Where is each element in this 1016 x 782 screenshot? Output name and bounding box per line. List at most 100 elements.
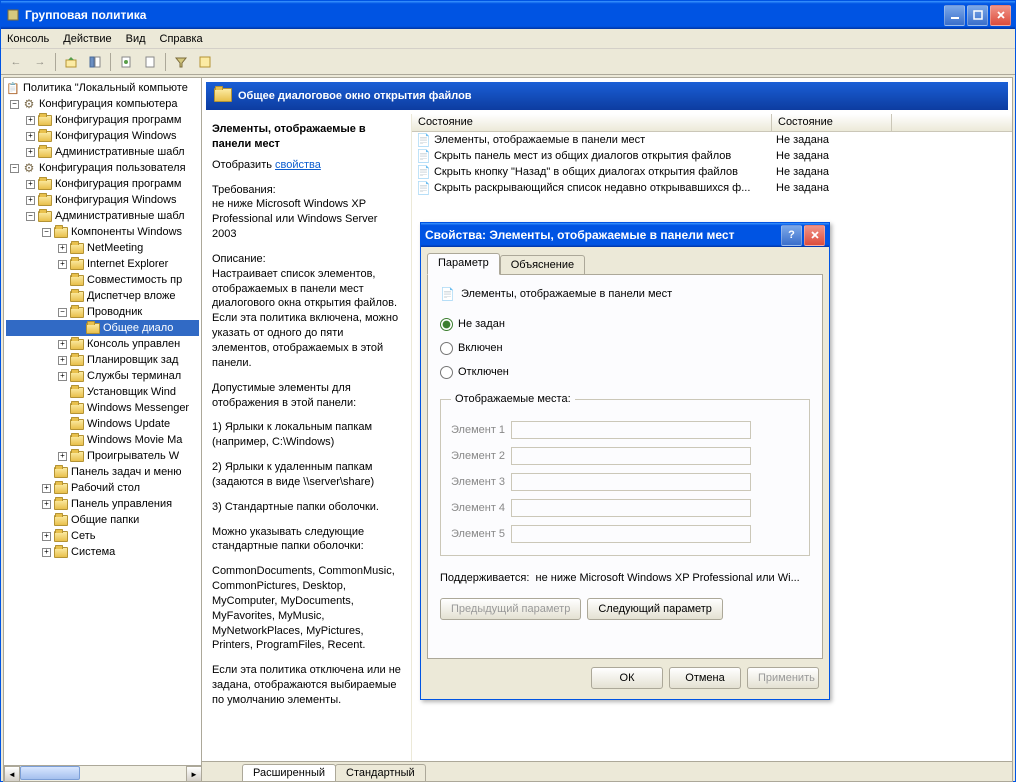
expand-icon[interactable]: + [26, 148, 35, 157]
element-5-input[interactable] [511, 525, 751, 543]
expand-icon[interactable]: + [58, 244, 67, 253]
tree-netmeeting[interactable]: +NetMeeting [6, 240, 199, 256]
expand-icon[interactable]: + [58, 372, 67, 381]
radio-input[interactable] [440, 318, 453, 331]
col-state[interactable]: Состояние [772, 114, 892, 131]
tree-scrollbar[interactable]: ◄ ► [4, 765, 202, 781]
properties-button[interactable] [115, 51, 137, 73]
dialog-titlebar[interactable]: Свойства: Элементы, отображаемые в панел… [421, 223, 829, 247]
tree-update[interactable]: Windows Update [6, 416, 199, 432]
element-2-input[interactable] [511, 447, 751, 465]
apply-button[interactable]: Применить [747, 667, 819, 689]
radio-input[interactable] [440, 342, 453, 355]
back-button[interactable]: ← [5, 51, 27, 73]
menu-help[interactable]: Справка [160, 33, 203, 45]
dialog-close-button[interactable] [804, 225, 825, 246]
tree-compat[interactable]: Совместимость пр [6, 272, 199, 288]
minimize-button[interactable] [944, 5, 965, 26]
expand-icon[interactable]: + [58, 260, 67, 269]
tab-explanation[interactable]: Объяснение [500, 255, 585, 275]
element-3-input[interactable] [511, 473, 751, 491]
forward-button[interactable]: → [29, 51, 51, 73]
element-4-input[interactable] [511, 499, 751, 517]
tree-desktop[interactable]: +Рабочий стол [6, 480, 199, 496]
main-titlebar[interactable]: Групповая политика [1, 1, 1015, 29]
tree-comp-soft[interactable]: +Конфигурация программ [6, 112, 199, 128]
expand-icon[interactable]: + [26, 132, 35, 141]
expand-icon[interactable]: + [42, 532, 51, 541]
tree-moviemaker[interactable]: Windows Movie Ma [6, 432, 199, 448]
list-row[interactable]: 📄Скрыть кнопку "Назад" в общих диалогах … [412, 164, 1012, 180]
scroll-left-icon[interactable]: ◄ [4, 766, 20, 782]
expand-icon[interactable]: + [42, 500, 51, 509]
expand-icon[interactable]: + [58, 452, 67, 461]
ok-button[interactable]: ОК [591, 667, 663, 689]
tree-root[interactable]: 📋Политика "Локальный компьюте [6, 80, 199, 96]
tree-messenger[interactable]: Windows Messenger [6, 400, 199, 416]
cancel-button[interactable]: Отмена [669, 667, 741, 689]
list-row[interactable]: 📄Элементы, отображаемые в панели местНе … [412, 132, 1012, 148]
scroll-right-icon[interactable]: ► [186, 766, 202, 782]
tree-comp-config[interactable]: −⚙Конфигурация компьютера [6, 96, 199, 112]
list-row[interactable]: 📄Скрыть панель мест из общих диалогов от… [412, 148, 1012, 164]
col-name[interactable]: Состояние [412, 114, 772, 131]
show-tree-button[interactable] [84, 51, 106, 73]
menu-view[interactable]: Вид [126, 33, 146, 45]
tab-parameter[interactable]: Параметр [427, 253, 500, 275]
close-button[interactable] [990, 5, 1011, 26]
options-button[interactable] [194, 51, 216, 73]
tree-comp-admin[interactable]: +Административные шабл [6, 144, 199, 160]
tree-panel[interactable]: 📋Политика "Локальный компьюте −⚙Конфигур… [4, 78, 202, 781]
filter-button[interactable] [170, 51, 192, 73]
tree-user-config[interactable]: −⚙Конфигурация пользователя [6, 160, 199, 176]
maximize-button[interactable] [967, 5, 988, 26]
tree-term-serv[interactable]: +Службы терминал [6, 368, 199, 384]
tree-comp-win[interactable]: +Конфигурация Windows [6, 128, 199, 144]
expand-icon[interactable]: + [42, 548, 51, 557]
radio-not-configured[interactable]: Не задан [440, 315, 810, 333]
expand-icon[interactable]: + [26, 196, 35, 205]
export-button[interactable] [139, 51, 161, 73]
tab-standard[interactable]: Стандартный [335, 764, 426, 781]
tree-ie[interactable]: +Internet Explorer [6, 256, 199, 272]
next-setting-button[interactable]: Следующий параметр [587, 598, 723, 620]
tree-player[interactable]: +Проигрыватель W [6, 448, 199, 464]
tree-installer[interactable]: Установщик Wind [6, 384, 199, 400]
tree-user-admin[interactable]: −Административные шабл [6, 208, 199, 224]
radio-enabled[interactable]: Включен [440, 339, 810, 357]
tree-system[interactable]: +Система [6, 544, 199, 560]
radio-input[interactable] [440, 366, 453, 379]
tree-user-win[interactable]: +Конфигурация Windows [6, 192, 199, 208]
expand-icon[interactable]: + [58, 340, 67, 349]
tree-attach[interactable]: Диспетчер вложе [6, 288, 199, 304]
tree-explorer[interactable]: −Проводник [6, 304, 199, 320]
help-button[interactable]: ? [781, 225, 802, 246]
expand-icon[interactable]: + [26, 180, 35, 189]
expand-icon[interactable]: + [58, 356, 67, 365]
tree-user-soft[interactable]: +Конфигурация программ [6, 176, 199, 192]
collapse-icon[interactable]: − [10, 164, 19, 173]
list-row[interactable]: 📄Скрыть раскрывающийся список недавно от… [412, 180, 1012, 196]
tree-common-dialog[interactable]: Общее диало [6, 320, 199, 336]
tree-network[interactable]: +Сеть [6, 528, 199, 544]
collapse-icon[interactable]: − [10, 100, 19, 109]
menu-action[interactable]: Действие [63, 33, 111, 45]
menu-console[interactable]: Консоль [7, 33, 49, 45]
expand-icon[interactable]: + [26, 116, 35, 125]
expand-icon[interactable]: + [42, 484, 51, 493]
tab-extended[interactable]: Расширенный [242, 764, 336, 781]
tree-taskbar[interactable]: Панель задач и меню [6, 464, 199, 480]
element-1-input[interactable] [511, 421, 751, 439]
tree-task-sched[interactable]: +Планировщик зад [6, 352, 199, 368]
tree-win-comp[interactable]: −Компоненты Windows [6, 224, 199, 240]
up-button[interactable] [60, 51, 82, 73]
tree-mmc[interactable]: +Консоль управлен [6, 336, 199, 352]
properties-link[interactable]: свойства [275, 159, 321, 171]
scroll-thumb[interactable] [20, 766, 80, 780]
tree-cpanel[interactable]: +Панель управления [6, 496, 199, 512]
collapse-icon[interactable]: − [42, 228, 51, 237]
collapse-icon[interactable]: − [58, 308, 67, 317]
radio-disabled[interactable]: Отключен [440, 363, 810, 381]
collapse-icon[interactable]: − [26, 212, 35, 221]
prev-setting-button[interactable]: Предыдущий параметр [440, 598, 581, 620]
